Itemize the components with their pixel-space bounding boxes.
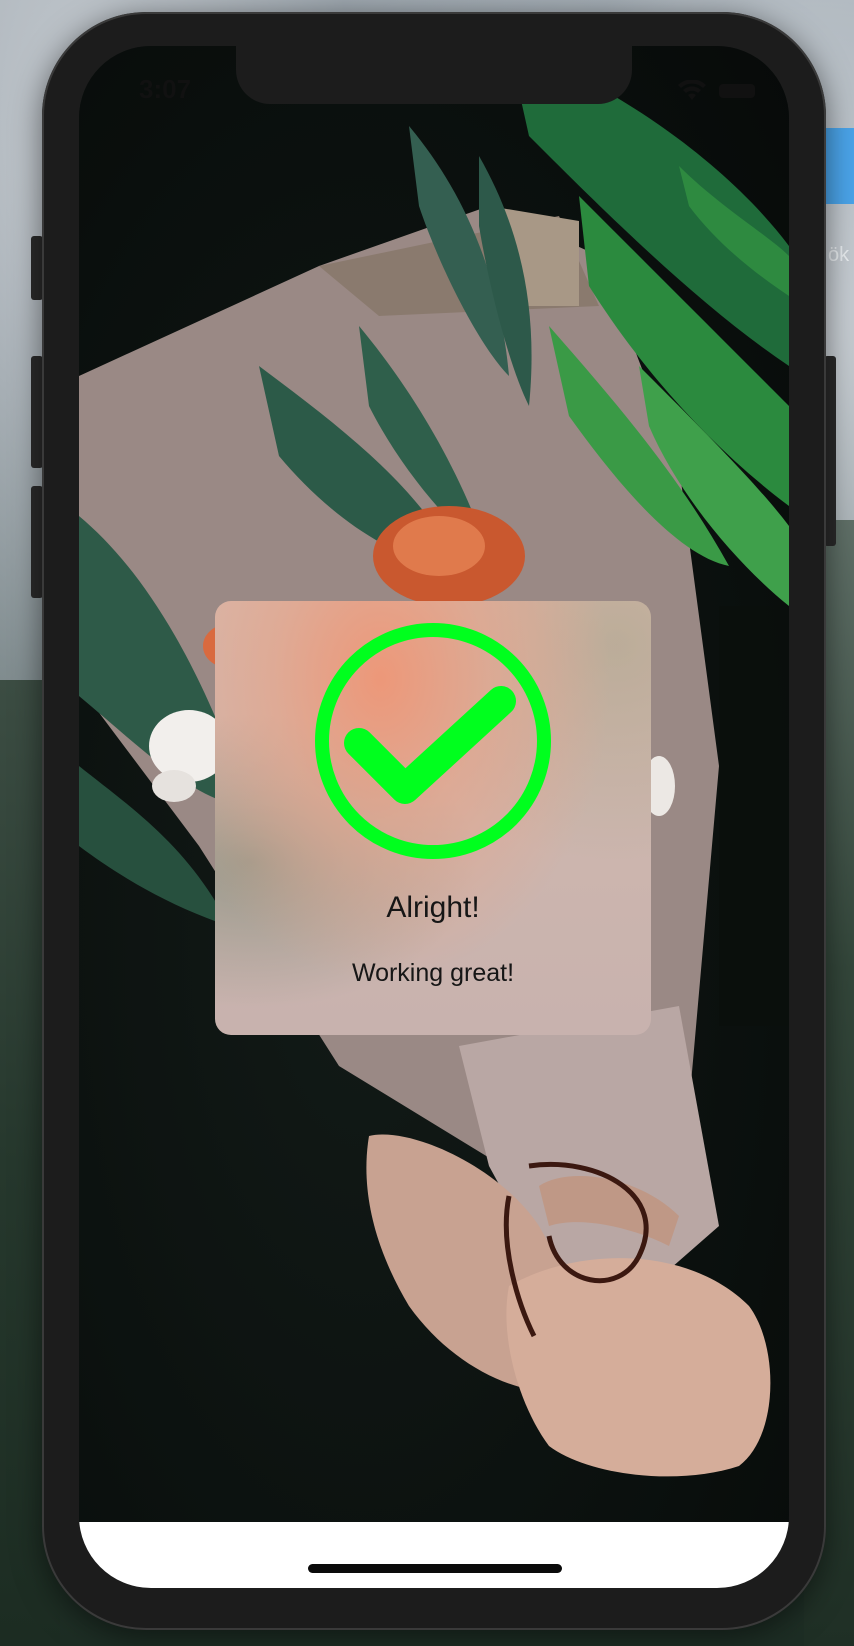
background-window-text: ök <box>828 244 850 266</box>
home-indicator-area <box>79 1522 789 1588</box>
background-window-toolbar[interactable] <box>826 128 854 204</box>
checkmark-circle-icon <box>315 623 551 859</box>
device-screen: 3:07 Alright! Working great! <box>79 46 789 1588</box>
status-bar-time: 3:07 <box>139 74 192 104</box>
battery-icon <box>719 84 755 98</box>
notch <box>236 46 632 104</box>
hud-title: Alright! <box>386 891 480 924</box>
hud-subtitle: Working great! <box>351 959 515 987</box>
success-hud: Alright! Working great! <box>215 601 651 1035</box>
wifi-icon <box>678 80 706 100</box>
home-indicator[interactable] <box>308 1564 562 1573</box>
